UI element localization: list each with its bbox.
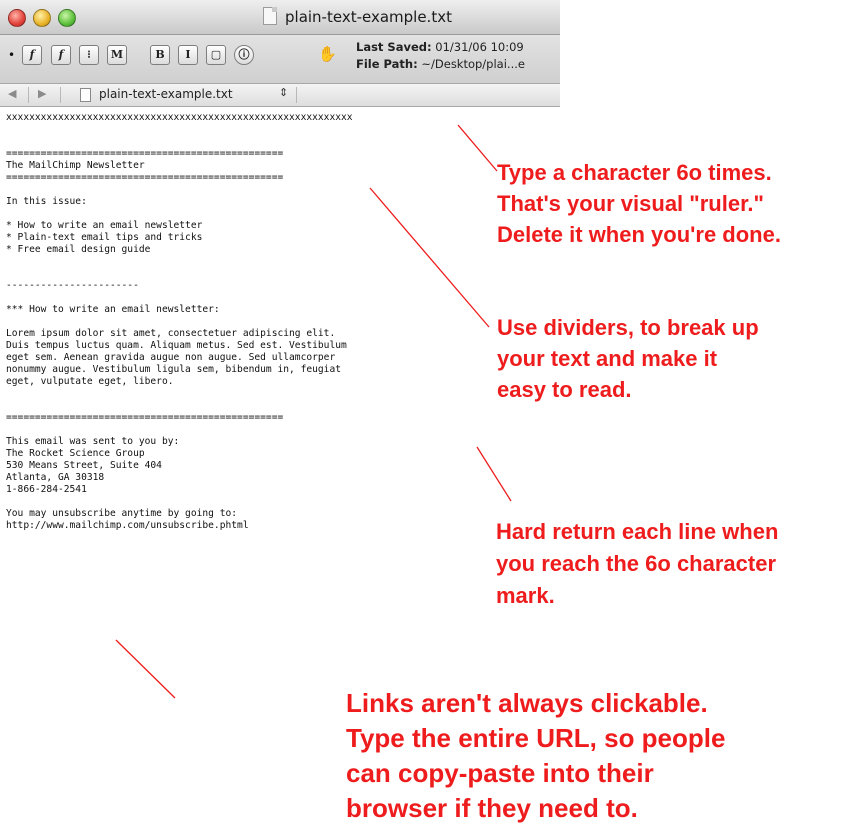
document-line: xxxxxxxxxxxxxxxxxxxxxxxxxxxxxxxxxxxxxxxx…: [6, 112, 353, 123]
links-leader-line: [115, 639, 176, 699]
annotation-line: Type a character 6o times.: [497, 160, 772, 185]
window-menu-button[interactable]: ▢: [206, 45, 226, 65]
line-menu-button[interactable]: ⁝: [79, 45, 99, 65]
last-saved-label: Last Saved:: [356, 40, 432, 54]
document-info: Last Saved: 01/31/06 10:09 File Path: ~/…: [356, 39, 525, 73]
document-line: * Plain-text email tips and tricks: [6, 232, 203, 243]
document-line: http://www.mailchimp.com/unsubscribe.pht…: [6, 520, 249, 531]
updown-arrows-icon[interactable]: ⇕: [279, 86, 288, 99]
document-icon: [80, 88, 91, 102]
annotation-line: can copy-paste into their: [346, 758, 654, 788]
document-line: You may unsubscribe anytime by going to:: [6, 508, 238, 519]
text-cursor-menu-button[interactable]: I: [178, 45, 198, 65]
document-selector[interactable]: plain-text-example.txt: [99, 87, 233, 101]
document-line: ========================================…: [6, 412, 284, 423]
bookmark-menu-button[interactable]: B: [150, 45, 170, 65]
hand-icon[interactable]: ✋: [318, 45, 337, 63]
info-button[interactable]: ⓘ: [234, 45, 254, 65]
ruler-annotation: Type a character 6o times. That's your v…: [497, 157, 781, 250]
annotation-line: your text and make it: [497, 346, 718, 371]
pen-tool-button[interactable]: 𝒇: [22, 45, 42, 65]
file-path-label: File Path:: [356, 57, 418, 71]
document-line: * Free email design guide: [6, 244, 151, 255]
document-line: ========================================…: [6, 148, 284, 159]
document-proxy-icon[interactable]: [263, 7, 277, 25]
document-line: The MailChimp Newsletter: [6, 160, 145, 171]
toolbar: • 𝒇 f ⁝ M B I ▢ ⓘ ✋ Last Saved: 01/31/06…: [0, 35, 560, 84]
document-line: -----------------------: [6, 280, 139, 291]
annotation-line: browser if they need to.: [346, 793, 638, 823]
file-path-value: ~/Desktop/plai...e: [421, 57, 525, 71]
annotation-line: Use dividers, to break up: [497, 315, 759, 340]
document-line: The Rocket Science Group: [6, 448, 145, 459]
annotation-line: easy to read.: [497, 377, 632, 402]
links-annotation: Links aren't always clickable. Type the …: [346, 686, 725, 826]
document-line: * How to write an email newsletter: [6, 220, 203, 231]
document-line: Duis tempus luctus quam. Aliquam metus. …: [6, 340, 347, 351]
last-saved-value: 01/31/06 10:09: [435, 40, 524, 54]
nav-divider: [28, 87, 29, 103]
title-bar: plain-text-example.txt: [0, 0, 560, 35]
marker-menu-button[interactable]: M: [107, 45, 127, 65]
annotation-line: Hard return each line when: [496, 519, 779, 544]
document-line: eget sem. Aenean gravida augue non augue…: [6, 352, 336, 363]
document-line: 530 Means Street, Suite 404: [6, 460, 162, 471]
document-line: ========================================…: [6, 172, 284, 183]
zoom-window-button[interactable]: [58, 9, 76, 27]
navigation-bar: ◀ ▶ plain-text-example.txt ⇕: [0, 84, 560, 107]
document-line: Lorem ipsum dolor sit amet, consectetuer…: [6, 328, 336, 339]
document-line: Atlanta, GA 30318: [6, 472, 105, 483]
minimize-window-button[interactable]: [33, 9, 51, 27]
toolbar-bullet: •: [8, 48, 16, 62]
document-line: *** How to write an email newsletter:: [6, 304, 220, 315]
nav-divider: [60, 87, 61, 103]
nav-divider: [296, 87, 297, 103]
hard-return-annotation: Hard return each line when you reach the…: [496, 516, 778, 612]
document-text-area[interactable]: xxxxxxxxxxxxxxxxxxxxxxxxxxxxxxxxxxxxxxxx…: [6, 112, 486, 532]
document-line: In this issue:: [6, 196, 87, 207]
window-title: plain-text-example.txt: [285, 8, 452, 26]
annotation-line: Delete it when you're done.: [497, 222, 781, 247]
annotation-line: Links aren't always clickable.: [346, 688, 708, 718]
annotation-line: That's your visual "ruler.": [497, 191, 764, 216]
document-line: nonummy augue. Vestibulum ligula sem, bi…: [6, 364, 342, 375]
document-line: eget, vulputate eget, libero.: [6, 376, 174, 387]
annotation-line: you reach the 6o character: [496, 551, 777, 576]
annotation-line: Type the entire URL, so people: [346, 723, 726, 753]
document-line: This email was sent to you by:: [6, 436, 180, 447]
document-line: 1-866-284-2541: [6, 484, 87, 495]
dividers-annotation: Use dividers, to break up your text and …: [497, 312, 759, 405]
function-menu-button[interactable]: f: [51, 45, 71, 65]
annotation-line: mark.: [496, 583, 555, 608]
back-arrow-icon[interactable]: ◀: [8, 87, 16, 100]
close-window-button[interactable]: [8, 9, 26, 27]
forward-arrow-icon[interactable]: ▶: [38, 87, 46, 100]
